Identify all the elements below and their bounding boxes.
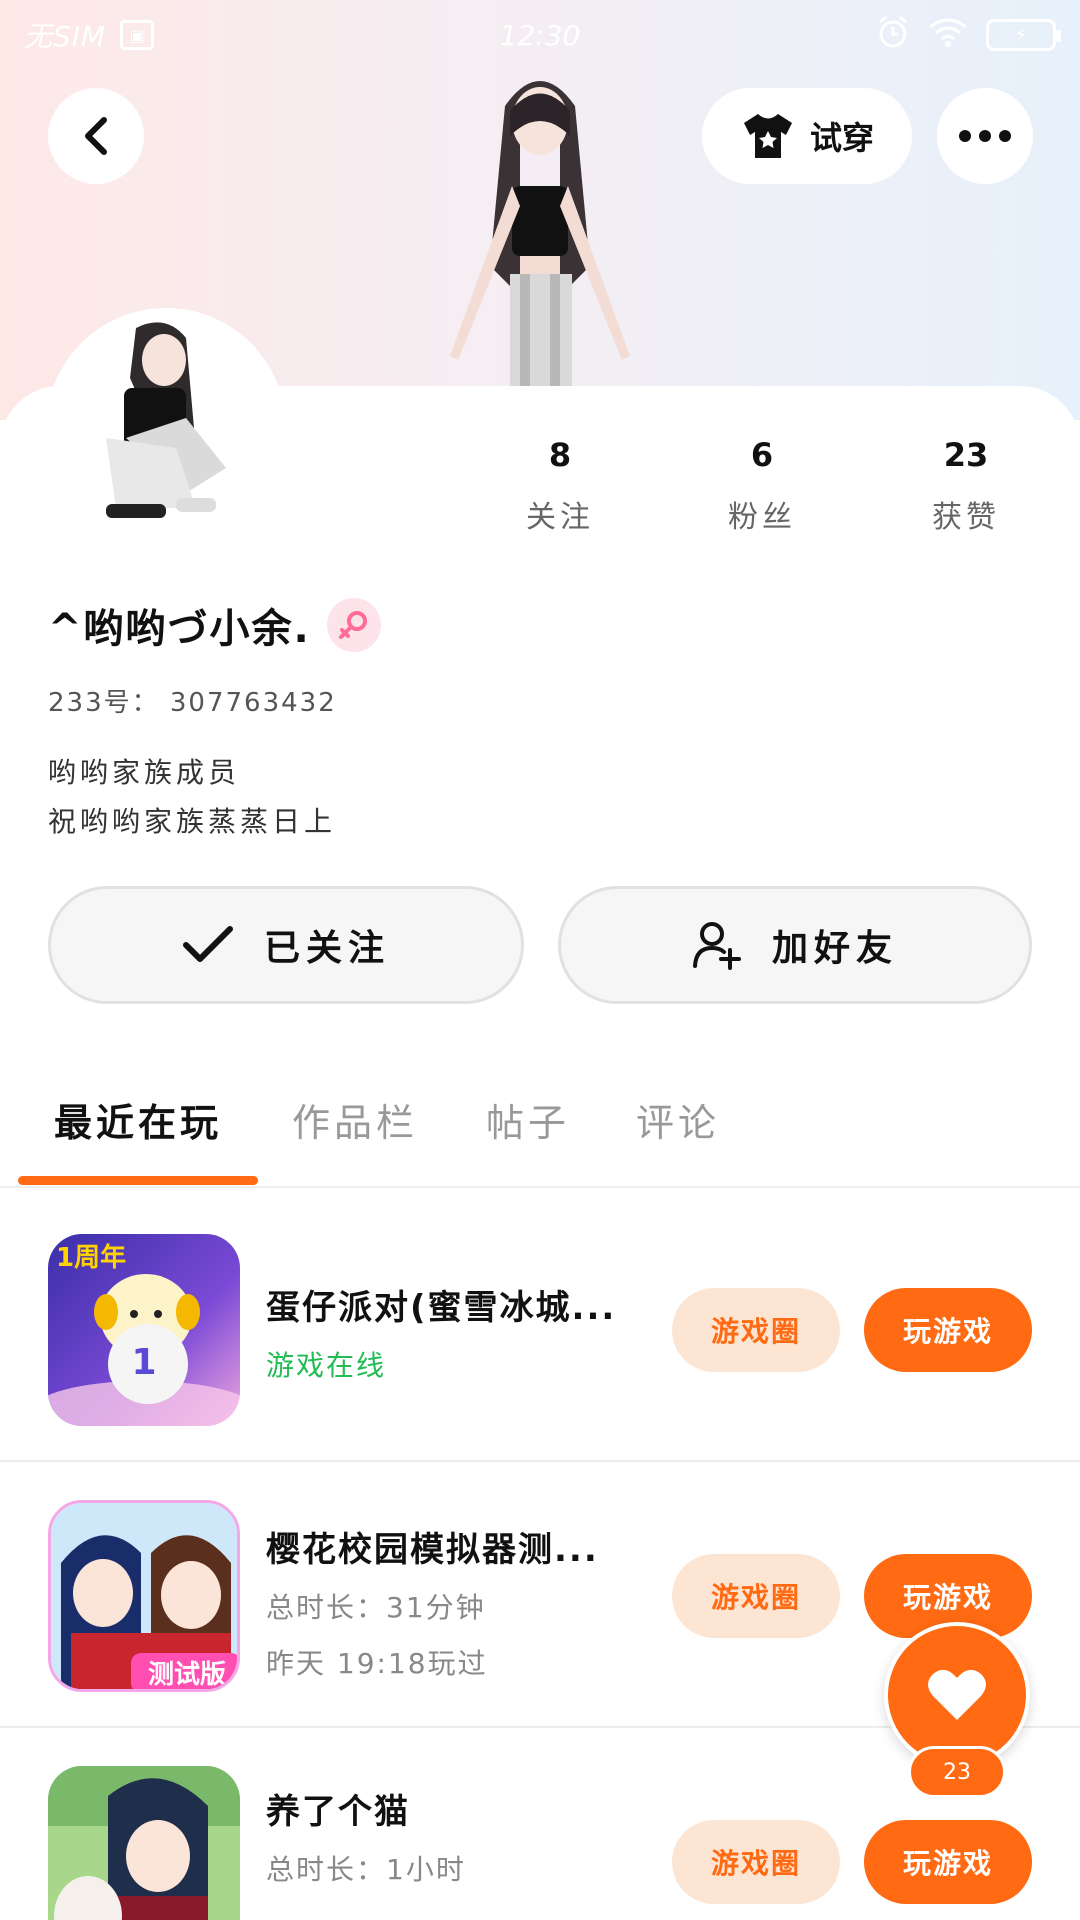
- svg-text:1周年: 1周年: [56, 1242, 126, 1273]
- more-options-button[interactable]: [937, 88, 1033, 184]
- female-gender-icon: [326, 598, 381, 652]
- following-count: 8: [548, 436, 572, 474]
- heart-icon: [928, 1669, 986, 1720]
- game-icon: [48, 1766, 240, 1920]
- try-on-button[interactable]: 试穿: [702, 88, 912, 184]
- tab-recently-played[interactable]: 最近在玩: [54, 1092, 222, 1147]
- avatar-3d-figure: [450, 81, 630, 386]
- fans-label: 粉丝: [728, 500, 796, 535]
- fans-count: 6: [750, 436, 774, 474]
- more-dots-icon: [959, 130, 1011, 142]
- likes-label: 获赞: [932, 500, 1000, 535]
- add-friend-button[interactable]: 加好友: [558, 886, 1032, 1004]
- list-item[interactable]: 1 1周年 蛋仔派对(蜜雪冰城... 游戏在线 游戏圈 玩游戏: [0, 1196, 1080, 1462]
- status-bar: 无SIM ▣ 12:30 ⚡: [0, 0, 1080, 70]
- bio-line: 哟哟家族成员: [48, 756, 241, 789]
- followed-button[interactable]: 已关注: [48, 886, 524, 1004]
- add-friend-label: 加好友: [771, 928, 898, 969]
- profile-tabs: 最近在玩 作品栏 帖子 评论: [0, 1082, 1080, 1188]
- stat-following[interactable]: 8 关注: [480, 436, 640, 536]
- back-button[interactable]: [48, 88, 144, 184]
- wifi-icon: [928, 17, 968, 54]
- likes-count: 23: [943, 436, 989, 474]
- active-tab-indicator: [18, 1176, 258, 1185]
- svg-text:1: 1: [131, 1342, 156, 1383]
- game-circle-button[interactable]: 游戏圈: [672, 1554, 840, 1638]
- following-label: 关注: [526, 500, 594, 535]
- tab-posts[interactable]: 帖子: [486, 1092, 570, 1147]
- user-avatar[interactable]: [66, 318, 266, 528]
- battery-icon: ⚡: [986, 19, 1061, 51]
- stat-fans[interactable]: 6 粉丝: [682, 436, 842, 536]
- alarm-icon: [876, 15, 910, 56]
- bio: 哟哟家族成员 祝哟哟家族蒸蒸日上: [48, 748, 336, 846]
- stat-likes[interactable]: 23 获赞: [886, 436, 1046, 536]
- game-playtime: 总时长：31分钟: [266, 1591, 486, 1624]
- game-circle-button[interactable]: 游戏圈: [672, 1288, 840, 1372]
- game-playtime: 总时长：1小时: [266, 1853, 466, 1886]
- play-game-button[interactable]: 玩游戏: [864, 1820, 1032, 1904]
- game-title: 蛋仔派对(蜜雪冰城...: [266, 1288, 617, 1328]
- play-game-button[interactable]: 玩游戏: [864, 1288, 1032, 1372]
- user-id: 233号： 307763432: [48, 688, 337, 718]
- game-title: 养了个猫: [266, 1792, 410, 1832]
- add-user-icon: [692, 922, 741, 970]
- tshirt-icon: [743, 114, 792, 158]
- game-title: 樱花校园模拟器测...: [266, 1530, 599, 1570]
- game-icon: 测试版: [48, 1500, 240, 1692]
- game-last-played: 昨天 19:18玩过: [266, 1647, 488, 1680]
- game-icon: 1 1周年: [48, 1234, 240, 1426]
- game-status: 游戏在线: [266, 1349, 387, 1382]
- tab-comments[interactable]: 评论: [636, 1092, 720, 1147]
- like-count-badge: 23: [908, 1746, 1006, 1798]
- chevron-left-icon: [85, 117, 107, 155]
- followed-label: 已关注: [263, 928, 390, 969]
- svg-text:测试版: 测试版: [148, 1660, 226, 1690]
- nickname: ^哟哟づ小余.: [48, 606, 311, 652]
- tab-works[interactable]: 作品栏: [292, 1092, 418, 1147]
- check-icon: [182, 926, 233, 962]
- game-circle-button[interactable]: 游戏圈: [672, 1820, 840, 1904]
- try-on-label: 试穿: [809, 119, 874, 157]
- bio-line: 祝哟哟家族蒸蒸日上: [48, 805, 337, 838]
- nickname-row: ^哟哟づ小余.: [48, 596, 381, 654]
